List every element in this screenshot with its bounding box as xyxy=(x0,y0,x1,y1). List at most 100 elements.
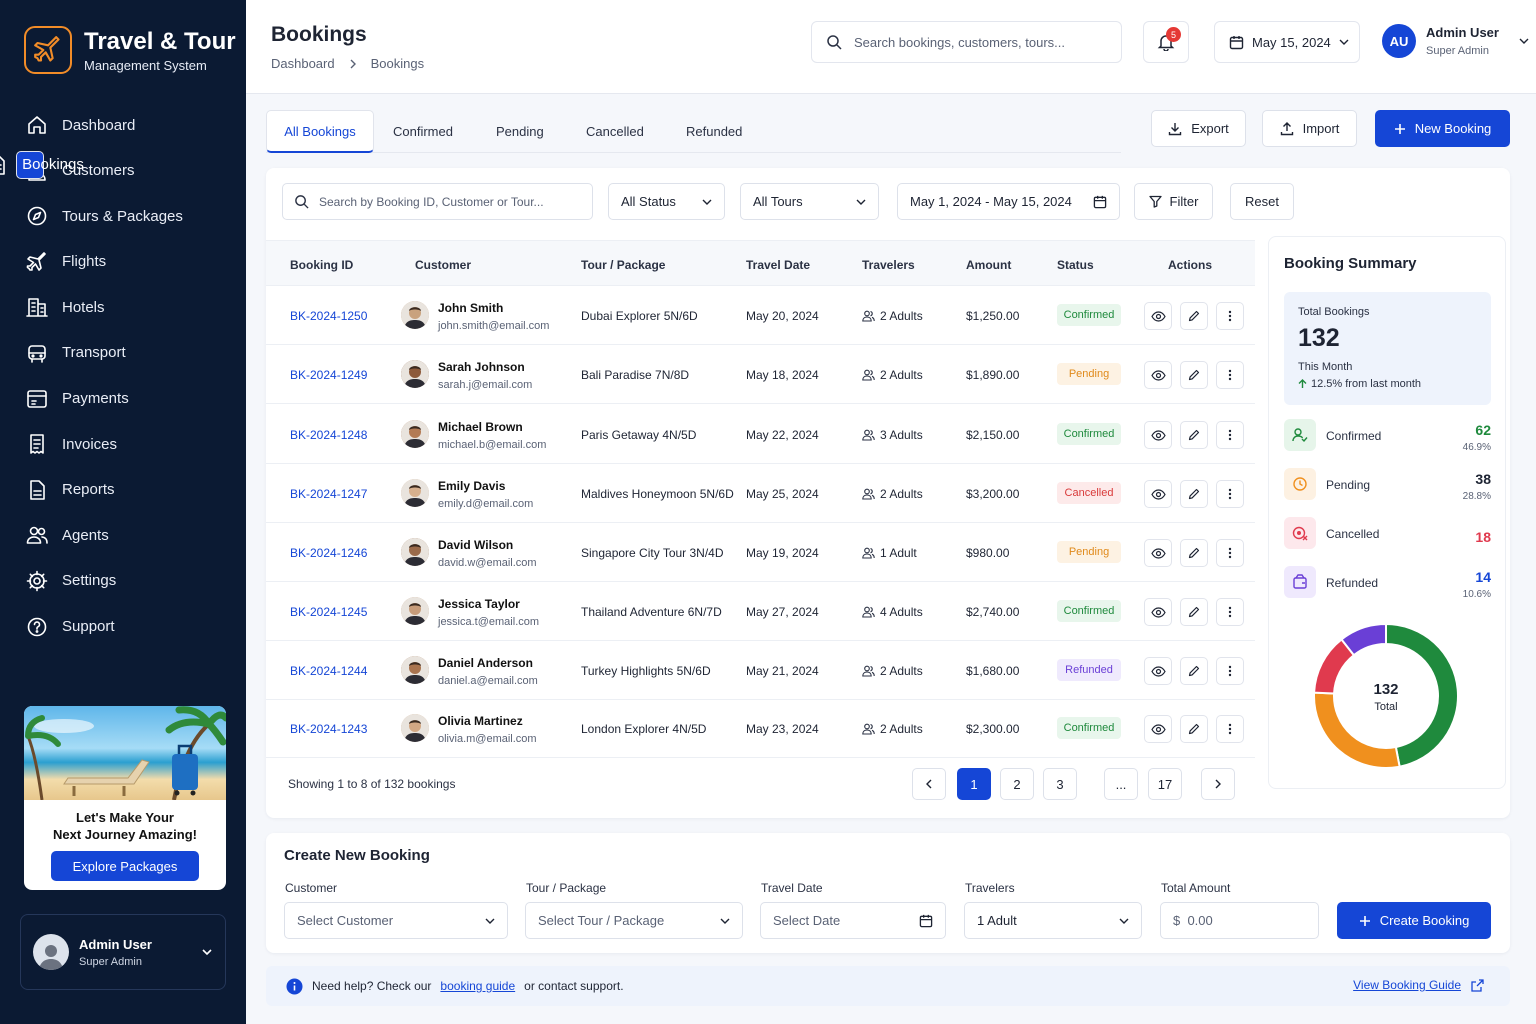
view-button[interactable] xyxy=(1144,421,1172,449)
avatar xyxy=(401,360,429,388)
more-options-button[interactable] xyxy=(1216,480,1244,508)
more-vertical-icon xyxy=(1228,310,1232,322)
more-options-button[interactable] xyxy=(1216,302,1244,330)
header-user-menu[interactable]: AU Admin User Super Admin xyxy=(1382,24,1529,58)
col-travelers[interactable]: Travelers xyxy=(862,258,915,272)
edit-button[interactable] xyxy=(1180,598,1208,626)
view-button[interactable] xyxy=(1144,302,1172,330)
col-status[interactable]: Status xyxy=(1057,258,1094,272)
booking-id-link[interactable]: BK-2024-1243 xyxy=(290,722,367,736)
view-booking-guide-link[interactable]: View Booking Guide xyxy=(1353,978,1484,992)
notifications-button[interactable]: 5 xyxy=(1143,21,1189,63)
file-icon xyxy=(0,154,8,176)
more-options-button[interactable] xyxy=(1216,539,1244,567)
edit-button[interactable] xyxy=(1180,361,1208,389)
travel-date-input[interactable]: Select Date xyxy=(760,902,946,939)
sidebar-item-transport[interactable]: Transport xyxy=(16,333,230,373)
view-button[interactable] xyxy=(1144,715,1172,743)
export-button[interactable]: Export xyxy=(1151,110,1246,147)
edit-button[interactable] xyxy=(1180,539,1208,567)
tours-filter-select[interactable]: All Tours xyxy=(740,183,879,220)
tour-cell: Dubai Explorer 5N/6D xyxy=(581,309,698,323)
booking-id-link[interactable]: BK-2024-1244 xyxy=(290,664,367,678)
more-options-button[interactable] xyxy=(1216,421,1244,449)
filter-button[interactable]: Filter xyxy=(1134,183,1213,220)
view-button[interactable] xyxy=(1144,361,1172,389)
booking-id-link[interactable]: BK-2024-1248 xyxy=(290,428,367,442)
sidebar-item-flights[interactable]: Flights xyxy=(16,242,230,282)
create-booking-label: Create Booking xyxy=(1379,913,1470,928)
more-options-button[interactable] xyxy=(1216,657,1244,685)
page-2-button[interactable]: 2 xyxy=(1000,768,1034,800)
tab-pending[interactable]: Pending xyxy=(496,110,544,152)
more-options-button[interactable] xyxy=(1216,715,1244,743)
edit-button[interactable] xyxy=(1180,302,1208,330)
booking-id-link[interactable]: BK-2024-1250 xyxy=(290,309,367,323)
customer-select[interactable]: Select Customer xyxy=(284,902,508,939)
edit-button[interactable] xyxy=(1180,715,1208,743)
view-button[interactable] xyxy=(1144,539,1172,567)
breadcrumb-dashboard[interactable]: Dashboard xyxy=(271,56,335,71)
sidebar-item-hotels[interactable]: Hotels xyxy=(16,287,230,327)
help-icon xyxy=(26,616,48,638)
tab-cancelled[interactable]: Cancelled xyxy=(586,110,644,152)
sidebar-item-invoices[interactable]: Invoices xyxy=(16,424,230,464)
view-button[interactable] xyxy=(1144,598,1172,626)
col-amount[interactable]: Amount xyxy=(966,258,1011,272)
sidebar-item-reports[interactable]: Reports xyxy=(16,470,230,510)
plus-icon xyxy=(1359,915,1371,927)
col-customer[interactable]: Customer xyxy=(415,258,471,272)
more-options-button[interactable] xyxy=(1216,598,1244,626)
edit-button[interactable] xyxy=(1180,421,1208,449)
view-button[interactable] xyxy=(1144,480,1172,508)
date-picker[interactable]: May 15, 2024 xyxy=(1214,21,1360,63)
gear-icon xyxy=(26,570,48,592)
page-1-button[interactable]: 1 xyxy=(957,768,991,800)
sidebar-item-support[interactable]: Support xyxy=(16,607,230,647)
col-booking-id[interactable]: Booking ID xyxy=(290,258,353,272)
amount-cell: $2,740.00 xyxy=(966,605,1020,619)
date-range-picker[interactable]: May 1, 2024 - May 15, 2024 xyxy=(897,183,1120,220)
reset-button[interactable]: Reset xyxy=(1230,183,1294,220)
booking-id-link[interactable]: BK-2024-1246 xyxy=(290,546,367,560)
view-button[interactable] xyxy=(1144,657,1172,685)
table-search-input[interactable]: Search by Booking ID, Customer or Tour..… xyxy=(282,183,593,220)
next-page-button[interactable] xyxy=(1201,768,1235,800)
status-filter-select[interactable]: All Status xyxy=(608,183,725,220)
tour-select[interactable]: Select Tour / Package xyxy=(525,902,743,939)
create-booking-button[interactable]: Create Booking xyxy=(1337,902,1491,939)
total-amount-input[interactable]: $ 0.00 xyxy=(1160,902,1319,939)
tab-confirmed[interactable]: Confirmed xyxy=(393,110,453,152)
edit-button[interactable] xyxy=(1180,657,1208,685)
explore-packages-button[interactable]: Explore Packages xyxy=(51,851,199,881)
sidebar-user-card[interactable]: Admin User Super Admin xyxy=(20,914,226,990)
more-options-button[interactable] xyxy=(1216,361,1244,389)
tab-refunded[interactable]: Refunded xyxy=(686,110,742,152)
sidebar-item-payments[interactable]: Payments xyxy=(16,379,230,419)
global-search-input[interactable]: Search bookings, customers, tours... xyxy=(811,21,1122,63)
sidebar-item-settings[interactable]: Settings xyxy=(16,561,230,601)
booking-guide-link[interactable]: booking guide xyxy=(440,979,515,993)
booking-id-link[interactable]: BK-2024-1247 xyxy=(290,487,367,501)
col-travel-date[interactable]: Travel Date xyxy=(746,258,810,272)
col-tour[interactable]: Tour / Package xyxy=(581,258,665,272)
edit-button[interactable] xyxy=(1180,480,1208,508)
sidebar-item-tours-packages[interactable]: Tours & Packages xyxy=(16,196,230,236)
page-3-button[interactable]: 3 xyxy=(1043,768,1077,800)
sidebar-item-agents[interactable]: Agents xyxy=(16,515,230,555)
plane-icon xyxy=(26,251,48,273)
sidebar-item-dashboard[interactable]: Dashboard xyxy=(16,105,230,145)
new-booking-button[interactable]: New Booking xyxy=(1375,110,1510,147)
travelers-select[interactable]: 1 Adult xyxy=(964,902,1142,939)
sidebar-item-bookings[interactable]: Bookings xyxy=(0,150,84,179)
page-17-button[interactable]: 17 xyxy=(1148,768,1182,800)
import-button[interactable]: Import xyxy=(1262,110,1357,147)
booking-id-link[interactable]: BK-2024-1245 xyxy=(290,605,367,619)
total-bookings-value: 132 xyxy=(1298,324,1340,352)
pencil-icon xyxy=(1188,547,1200,559)
travelers-cell: 3 Adults xyxy=(862,428,923,442)
page-ellipsis: ... xyxy=(1104,768,1138,800)
tab-all-bookings[interactable]: All Bookings xyxy=(266,110,374,153)
booking-id-link[interactable]: BK-2024-1249 xyxy=(290,368,367,382)
prev-page-button[interactable] xyxy=(912,768,946,800)
